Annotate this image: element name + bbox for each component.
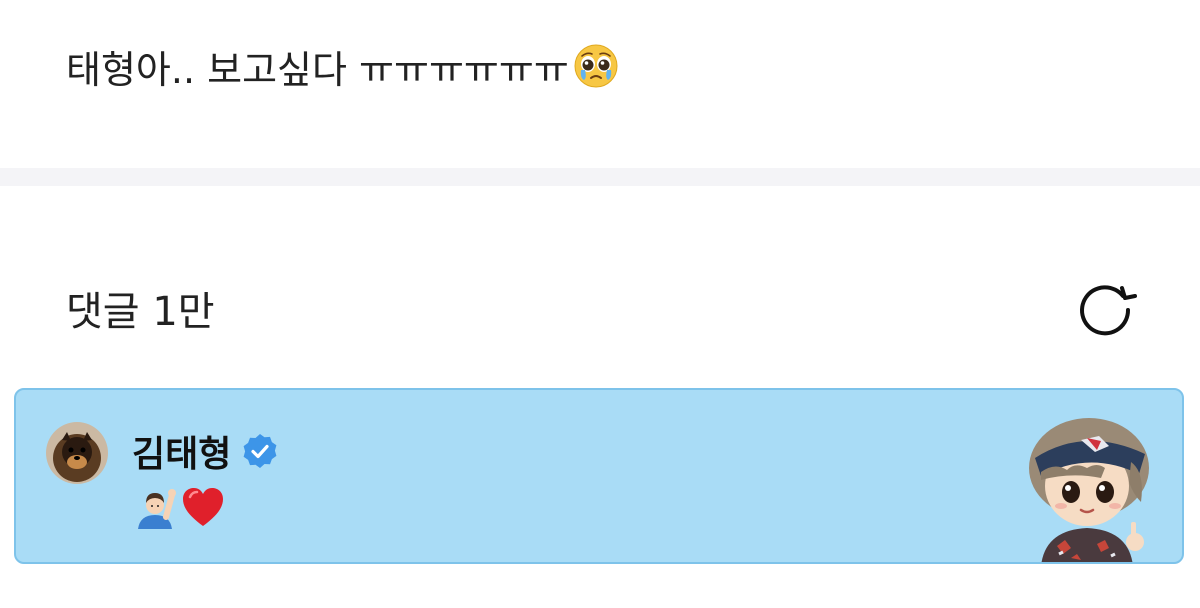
avatar[interactable] (46, 422, 108, 484)
author-name[interactable]: 김태형 (132, 425, 231, 477)
character-sticker (1001, 406, 1171, 562)
post-text-line: 태형아.. 보고싶다 ㅠㅠㅠㅠㅠㅠ (66, 36, 619, 96)
section-divider (0, 168, 1200, 186)
comments-header: 댓글 1만 (66, 289, 215, 335)
red-heart-icon (180, 485, 226, 531)
refresh-button[interactable] (1074, 276, 1144, 340)
comment-author: 김태형 (132, 426, 279, 476)
refresh-icon (1076, 276, 1142, 340)
comment-body (132, 484, 226, 532)
verified-badge-icon (241, 432, 279, 470)
post-text: 태형아.. 보고싶다 ㅠㅠㅠㅠㅠㅠ (66, 47, 569, 92)
highlighted-comment[interactable]: 김태형 (14, 388, 1184, 564)
person-raising-hand-icon (132, 485, 178, 531)
pleading-face-icon (573, 43, 619, 89)
